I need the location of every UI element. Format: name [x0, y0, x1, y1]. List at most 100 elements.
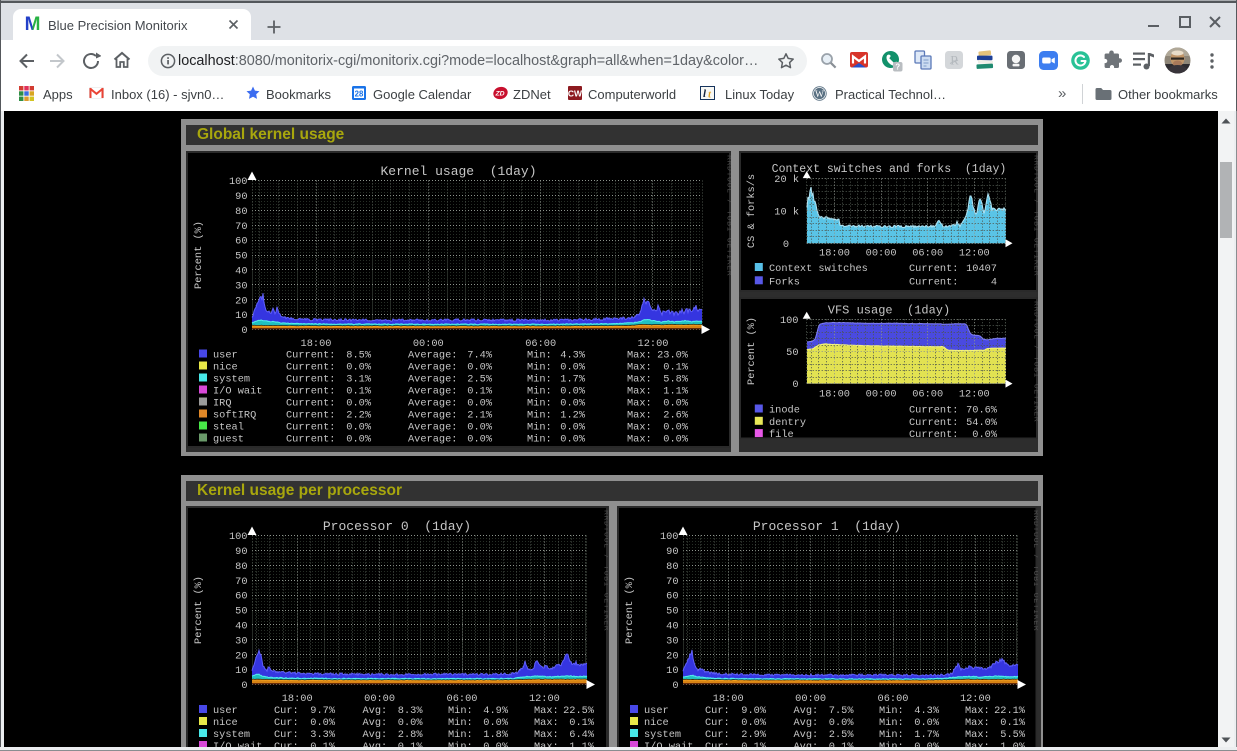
svg-text:12:00: 12:00: [960, 693, 991, 705]
svg-text:7.4%: 7.4%: [467, 350, 493, 362]
svg-text:0.0%: 0.0%: [346, 398, 372, 410]
svg-text:Min:: Min:: [527, 362, 552, 374]
svg-text:VFS usage (1day): VFS usage (1day): [827, 303, 949, 317]
svg-text:Max:: Max:: [627, 374, 652, 386]
svg-text:0.1%: 0.1%: [569, 717, 595, 729]
svg-text:Min:: Min:: [879, 705, 904, 717]
svg-text:20: 20: [235, 295, 247, 307]
svg-text:Cur:: Cur:: [274, 705, 299, 717]
svg-text:RRDTOOL / TOBI OETIKER: RRDTOOL / TOBI OETIKER: [1031, 155, 1038, 276]
svg-text:Average:: Average:: [408, 434, 457, 446]
svg-text:00:00: 00:00: [795, 693, 826, 705]
svg-text:Kernel usage (1day): Kernel usage (1day): [380, 164, 536, 179]
svg-text:90: 90: [666, 546, 678, 558]
svg-text:inode: inode: [769, 404, 800, 416]
svg-text:20: 20: [666, 650, 678, 662]
svg-text:Current:: Current:: [286, 350, 335, 362]
svg-text:Current:: Current:: [286, 374, 335, 386]
svg-text:Current:: Current:: [286, 410, 335, 422]
svg-text:10: 10: [235, 665, 247, 677]
svg-text:00:00: 00:00: [364, 693, 395, 705]
svg-text:0: 0: [792, 379, 798, 391]
svg-text:10: 10: [666, 665, 678, 677]
svg-text:0.0%: 0.0%: [483, 717, 509, 729]
svg-text:0: 0: [241, 325, 247, 337]
svg-text:06:00: 06:00: [912, 248, 943, 260]
svg-text:12:00: 12:00: [958, 248, 989, 260]
svg-text:system: system: [213, 374, 250, 386]
svg-text:1.8%: 1.8%: [483, 729, 509, 741]
svg-text:30: 30: [235, 280, 247, 292]
svg-text:Context switches: Context switches: [769, 263, 868, 275]
svg-text:0.0%: 0.0%: [346, 362, 372, 374]
svg-text:Average:: Average:: [408, 422, 457, 434]
svg-text:0.0%: 0.0%: [467, 434, 493, 446]
svg-text:0.0%: 0.0%: [663, 398, 689, 410]
svg-text:90: 90: [235, 546, 247, 558]
svg-text:90: 90: [235, 191, 247, 203]
svg-text:0: 0: [241, 680, 247, 692]
svg-text:?: ?: [895, 63, 900, 72]
svg-text:steal: steal: [213, 422, 244, 434]
svg-text:0.0%: 0.0%: [741, 717, 767, 729]
svg-text:30: 30: [235, 635, 247, 647]
svg-text:nice: nice: [644, 717, 669, 729]
svg-text:Average:: Average:: [408, 386, 457, 398]
svg-text:Processor 1 (1day): Processor 1 (1day): [753, 519, 901, 534]
svg-text:18:00: 18:00: [713, 693, 744, 705]
svg-text:0.0%: 0.0%: [663, 422, 689, 434]
svg-text:Avg:: Avg:: [794, 705, 819, 717]
svg-text:dentry: dentry: [769, 416, 806, 428]
svg-text:23.0%: 23.0%: [657, 350, 689, 362]
svg-text:2.2%: 2.2%: [346, 410, 372, 422]
svg-text:Current:: Current:: [909, 416, 958, 428]
svg-text:70.6%: 70.6%: [966, 404, 998, 416]
svg-text:50: 50: [235, 251, 247, 263]
svg-text:22.1%: 22.1%: [994, 705, 1026, 717]
svg-text:7.5%: 7.5%: [829, 705, 855, 717]
svg-text:0: 0: [672, 680, 678, 692]
svg-text:60: 60: [235, 590, 247, 602]
svg-text:Min:: Min:: [527, 386, 552, 398]
svg-text:Max:: Max:: [627, 410, 652, 422]
svg-text:0.0%: 0.0%: [914, 717, 940, 729]
svg-text:12:00: 12:00: [638, 338, 669, 350]
svg-text:18:00: 18:00: [301, 338, 332, 350]
svg-text:Min:: Min:: [527, 374, 552, 386]
svg-text:RRDTOOL / TOBI OETIKER: RRDTOOL / TOBI OETIKER: [725, 155, 732, 276]
svg-text:Min:: Min:: [879, 729, 904, 741]
svg-text:W: W: [815, 90, 824, 100]
svg-text:5.5%: 5.5%: [1000, 729, 1026, 741]
svg-text:RRDTOOL / TOBI OETIKER: RRDTOOL / TOBI OETIKER: [1031, 510, 1038, 631]
svg-text:1.1%: 1.1%: [663, 386, 689, 398]
svg-text:user: user: [644, 705, 669, 717]
svg-text:Cur:: Cur:: [274, 729, 299, 741]
svg-text:40: 40: [235, 620, 247, 632]
svg-text:80: 80: [666, 561, 678, 573]
svg-text:Max:: Max:: [534, 729, 559, 741]
svg-text:RRDTOOL / TOBI OETIKER: RRDTOOL / TOBI OETIKER: [1031, 301, 1038, 422]
svg-text:06:00: 06:00: [525, 338, 556, 350]
svg-text:softIRQ: softIRQ: [213, 410, 256, 422]
svg-text:18:00: 18:00: [819, 248, 850, 260]
svg-text:ZD: ZD: [494, 91, 504, 98]
svg-text:Max:: Max:: [627, 350, 652, 362]
svg-text:100: 100: [229, 531, 248, 543]
svg-text:0.0%: 0.0%: [560, 434, 586, 446]
svg-text:06:00: 06:00: [912, 388, 943, 400]
svg-text:Min:: Min:: [448, 729, 473, 741]
svg-text:Current:: Current:: [909, 276, 958, 288]
svg-text:1.7%: 1.7%: [914, 729, 940, 741]
svg-text:70: 70: [235, 576, 247, 588]
svg-text:54.0%: 54.0%: [966, 416, 998, 428]
svg-text:Current:: Current:: [286, 386, 335, 398]
svg-text:1.2%: 1.2%: [560, 410, 586, 422]
svg-text:12:00: 12:00: [958, 388, 989, 400]
svg-text:70: 70: [666, 576, 678, 588]
svg-text:Forks: Forks: [769, 276, 800, 288]
svg-text:Avg:: Avg:: [363, 705, 388, 717]
svg-text:0.0%: 0.0%: [829, 717, 855, 729]
svg-text:0.1%: 0.1%: [467, 386, 493, 398]
svg-text:user: user: [213, 705, 238, 717]
svg-text:Max:: Max:: [534, 705, 559, 717]
